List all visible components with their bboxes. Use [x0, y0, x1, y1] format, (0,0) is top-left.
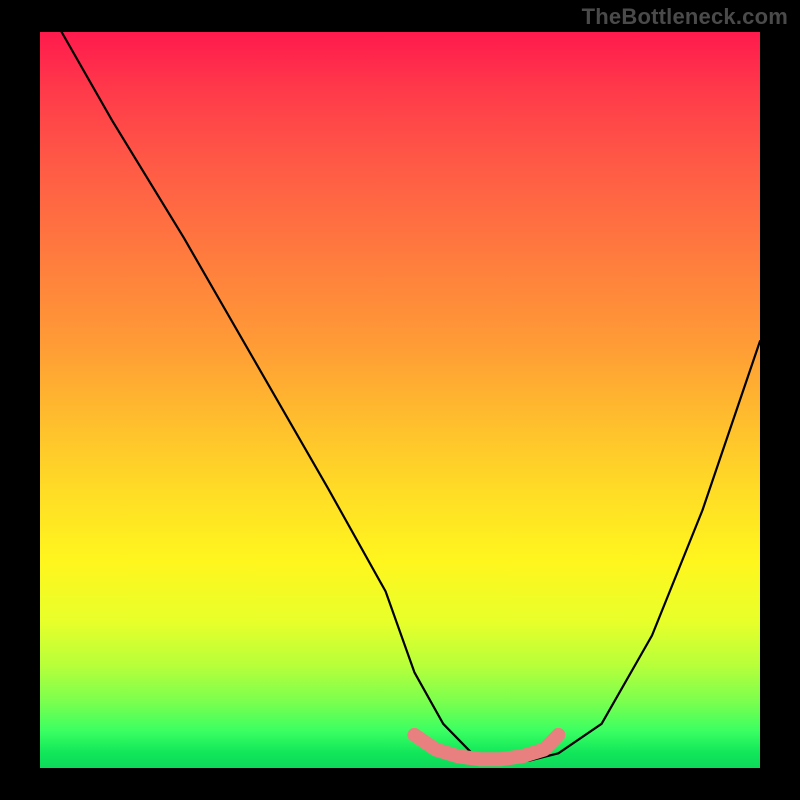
black-curve-path: [62, 32, 760, 761]
chart-frame: TheBottleneck.com: [0, 0, 800, 800]
curve-svg: [40, 32, 760, 768]
plot-area: [40, 32, 760, 768]
watermark-text: TheBottleneck.com: [582, 4, 788, 30]
pink-valley-path: [414, 735, 558, 759]
